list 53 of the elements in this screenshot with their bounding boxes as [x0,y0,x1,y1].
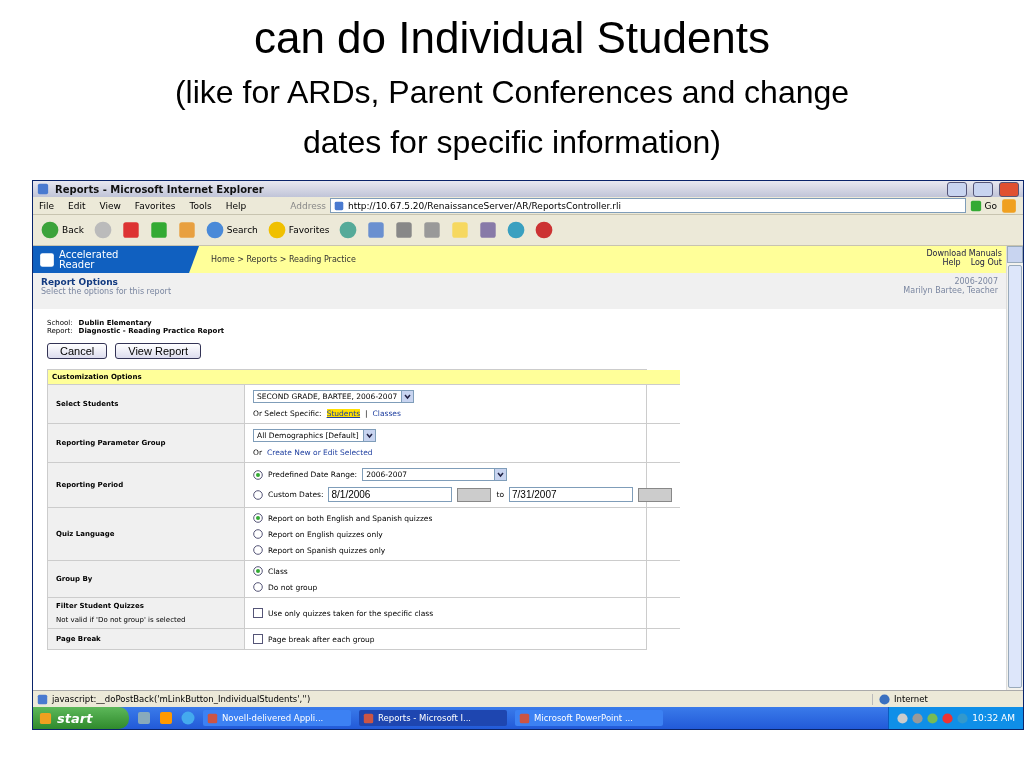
taskbar-button[interactable]: Novell-delivered Appli... [203,710,351,726]
slide-subtitle: (like for ARDs, Parent Conferences and change [174,73,850,112]
link[interactable]: Log Out [970,258,1002,267]
restore-button[interactable] [973,181,993,197]
address-field[interactable]: http://10.67.5.20/RenaissanceServer/AR/ReportsController.rli [330,198,966,213]
radio-button[interactable] [253,582,263,592]
toolbar-label[interactable]: Search [226,225,258,235]
taskbar-button[interactable]: Reports - Microsoft I... [359,710,507,726]
menu-item[interactable]: View [99,200,121,211]
caret-icon [362,430,375,441]
address-label: Address [290,200,327,211]
menu-item[interactable]: Tools [189,200,212,211]
app-logo: Accelerated Reader [59,249,119,270]
page-title: Report Options [41,277,119,287]
slide-subtitle: dates for specific information) [303,123,721,162]
link[interactable]: Download Manuals [926,249,1002,258]
toolbar-label[interactable]: Favorites [288,225,330,235]
radio-button[interactable] [253,545,263,555]
page-subtitle: Select the options for this report [41,287,172,296]
date-field[interactable]: 8/1/2006 [328,487,453,502]
taskbar-button[interactable]: Microsoft PowerPoint ... [515,710,663,726]
menu-item[interactable]: Edit [68,200,86,211]
status-text: javascript:__doPostBack('mLinkButton_IndividualStudents','') [52,694,311,704]
user-name: Marilyn Bartee, Teacher [903,286,998,295]
checkbox[interactable] [253,634,263,644]
radio-button[interactable] [253,566,263,576]
caret-icon [401,391,414,402]
action-button[interactable]: View Report [115,343,201,359]
window-title: Reports - Microsoft Internet Explorer [55,183,264,195]
clock: 10:32 AM [972,713,1015,723]
menu-item[interactable]: Help [225,200,247,211]
calendar-button[interactable] [638,487,672,502]
menu-item[interactable]: File [39,200,55,211]
school-year: 2006-2007 [953,277,998,286]
checkbox[interactable] [253,608,263,618]
action-button[interactable]: Cancel [47,343,108,359]
breadcrumb: Home > Reports > Reading Practice [211,255,356,264]
link[interactable]: Help [942,258,961,267]
security-zone: Internet [894,694,928,704]
radio-button[interactable] [253,469,263,480]
scroll-thumb[interactable] [1008,265,1022,688]
slide-title: can do Individual Students [253,12,771,64]
menu-item[interactable]: Favorites [134,200,176,211]
close-button[interactable] [999,181,1019,197]
radio-button[interactable] [253,513,263,523]
radio-button[interactable] [253,489,263,500]
radio-button[interactable] [253,529,263,539]
calendar-button[interactable] [457,487,492,502]
minimize-button[interactable] [947,181,967,197]
go-button[interactable]: Go [969,199,997,212]
toolbar-label[interactable]: Back [62,225,84,235]
caret-icon [494,469,507,480]
date-field[interactable]: 7/31/2007 [509,487,633,502]
